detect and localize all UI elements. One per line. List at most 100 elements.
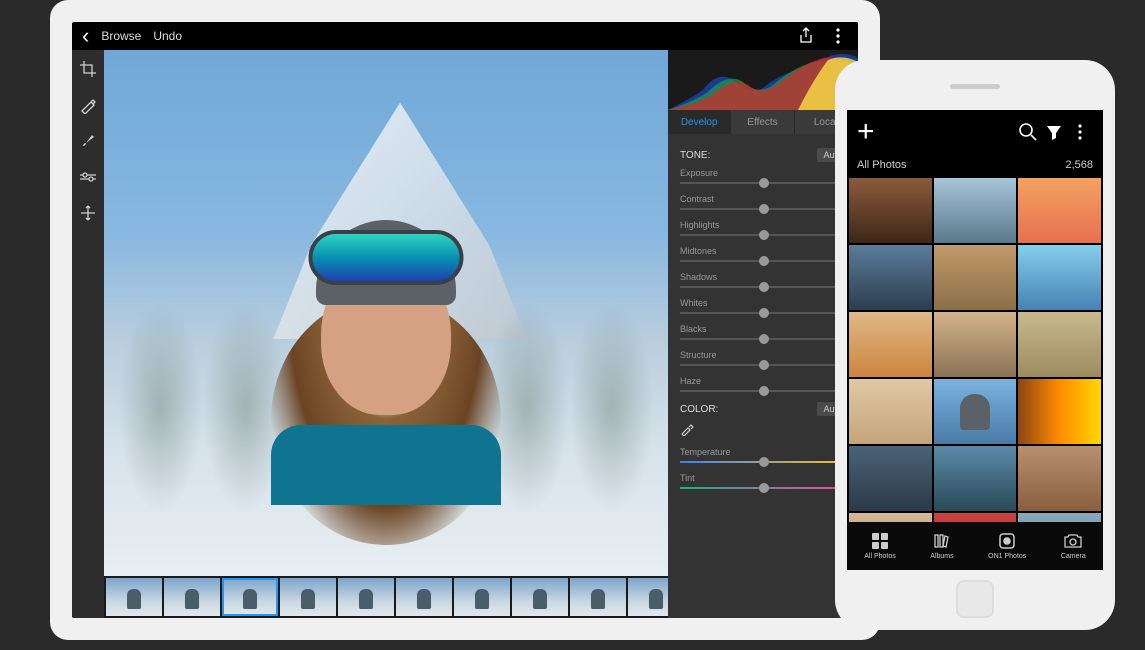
tone-title: TONE: — [680, 150, 710, 161]
tablet-screen: ‹ Browse Undo — [72, 22, 858, 618]
crop-icon[interactable] — [77, 58, 99, 80]
tab-on1-photos[interactable]: ON1 Photos — [988, 532, 1026, 560]
tab-label: ON1 Photos — [988, 553, 1026, 560]
tab-all-photos[interactable]: All Photos — [864, 532, 896, 560]
add-button[interactable]: + — [857, 115, 875, 149]
whites-slider[interactable] — [680, 312, 848, 314]
heal-brush-icon[interactable] — [77, 94, 99, 116]
tablet-device: ‹ Browse Undo — [50, 0, 880, 640]
on1-icon — [997, 532, 1017, 550]
grid-photo[interactable] — [934, 245, 1017, 310]
phone-device: + All Photos 2,568 — [835, 60, 1115, 630]
tint-slider[interactable] — [680, 487, 848, 489]
phone-toolbar: + — [847, 110, 1103, 154]
grid-photo[interactable] — [849, 312, 932, 377]
share-icon[interactable] — [796, 27, 816, 45]
shadows-label: Shadows — [680, 272, 848, 282]
filmstrip — [104, 576, 668, 618]
blacks-label: Blacks — [680, 324, 848, 334]
eyedropper-icon[interactable] — [680, 422, 848, 439]
adjust-icon[interactable] — [77, 166, 99, 188]
phone-tabbar: All Photos Albums ON1 Photos Camera — [847, 522, 1103, 570]
tab-albums[interactable]: Albums — [930, 532, 953, 560]
whites-label: Whites — [680, 298, 848, 308]
move-icon[interactable] — [77, 202, 99, 224]
tab-effects[interactable]: Effects — [731, 110, 794, 134]
filmstrip-thumb[interactable] — [106, 578, 162, 616]
tab-label: All Photos — [864, 553, 896, 560]
tab-develop[interactable]: Develop — [668, 110, 731, 134]
color-title: COLOR: — [680, 404, 718, 415]
grid-icon — [870, 532, 890, 550]
canvas-area — [104, 50, 668, 618]
tab-label: Albums — [930, 553, 953, 560]
photo-grid — [847, 176, 1103, 522]
adjustments-panel: Develop Effects Local TONE: Auto Exposur… — [668, 50, 858, 618]
more-icon[interactable] — [828, 28, 848, 44]
haze-slider[interactable] — [680, 390, 848, 392]
grid-photo[interactable] — [1018, 513, 1101, 522]
tablet-toolbar: ‹ Browse Undo — [72, 22, 858, 50]
undo-link[interactable]: Undo — [153, 29, 182, 43]
grid-photo[interactable] — [1018, 178, 1101, 243]
photo-count: 2,568 — [1065, 159, 1093, 171]
exposure-slider[interactable] — [680, 182, 848, 184]
tab-label: Camera — [1061, 553, 1086, 560]
phone-speaker — [950, 84, 1000, 89]
filmstrip-thumb[interactable] — [164, 578, 220, 616]
grid-photo[interactable] — [934, 513, 1017, 522]
grid-photo[interactable] — [849, 245, 932, 310]
browse-link[interactable]: Browse — [101, 29, 141, 43]
panel-scroll[interactable]: TONE: Auto Exposure Contrast Highlights … — [668, 134, 858, 618]
structure-label: Structure — [680, 350, 848, 360]
tone-section-header: TONE: Auto — [680, 148, 848, 162]
contrast-label: Contrast — [680, 194, 848, 204]
blacks-slider[interactable] — [680, 338, 848, 340]
back-chevron-icon[interactable]: ‹ — [82, 23, 89, 49]
grid-photo[interactable] — [1018, 379, 1101, 444]
brush-icon[interactable] — [77, 130, 99, 152]
grid-photo[interactable] — [934, 379, 1017, 444]
albums-icon — [932, 532, 952, 550]
highlights-slider[interactable] — [680, 234, 848, 236]
structure-slider[interactable] — [680, 364, 848, 366]
more-icon[interactable] — [1067, 124, 1093, 140]
filmstrip-thumb[interactable] — [512, 578, 568, 616]
grid-photo[interactable] — [849, 379, 932, 444]
grid-photo[interactable] — [1018, 312, 1101, 377]
shadows-slider[interactable] — [680, 286, 848, 288]
midtones-slider[interactable] — [680, 260, 848, 262]
phone-screen: + All Photos 2,568 — [847, 110, 1103, 570]
filmstrip-thumb[interactable] — [222, 578, 278, 616]
grid-photo[interactable] — [1018, 446, 1101, 511]
grid-photo[interactable] — [849, 513, 932, 522]
tablet-main: Develop Effects Local TONE: Auto Exposur… — [72, 50, 858, 618]
exposure-label: Exposure — [680, 168, 848, 178]
grid-photo[interactable] — [849, 178, 932, 243]
filmstrip-thumb[interactable] — [396, 578, 452, 616]
midtones-label: Midtones — [680, 246, 848, 256]
grid-photo[interactable] — [934, 446, 1017, 511]
filmstrip-thumb[interactable] — [628, 578, 668, 616]
filmstrip-thumb[interactable] — [454, 578, 510, 616]
camera-icon — [1063, 532, 1083, 550]
histogram[interactable] — [668, 50, 858, 110]
filmstrip-thumb[interactable] — [280, 578, 336, 616]
temperature-label: Temperature — [680, 447, 848, 457]
filmstrip-thumb[interactable] — [570, 578, 626, 616]
grid-photo[interactable] — [934, 178, 1017, 243]
search-icon[interactable] — [1015, 122, 1041, 142]
color-section-header: COLOR: Auto — [680, 402, 848, 416]
tool-rail — [72, 50, 104, 618]
temperature-slider[interactable] — [680, 461, 848, 463]
tab-camera[interactable]: Camera — [1061, 532, 1086, 560]
panel-tabs: Develop Effects Local — [668, 110, 858, 134]
grid-photo[interactable] — [934, 312, 1017, 377]
filter-icon[interactable] — [1041, 123, 1067, 141]
contrast-slider[interactable] — [680, 208, 848, 210]
phone-home-button[interactable] — [956, 580, 994, 618]
filmstrip-thumb[interactable] — [338, 578, 394, 616]
grid-photo[interactable] — [849, 446, 932, 511]
grid-photo[interactable] — [1018, 245, 1101, 310]
main-photo-viewer[interactable] — [104, 50, 668, 576]
